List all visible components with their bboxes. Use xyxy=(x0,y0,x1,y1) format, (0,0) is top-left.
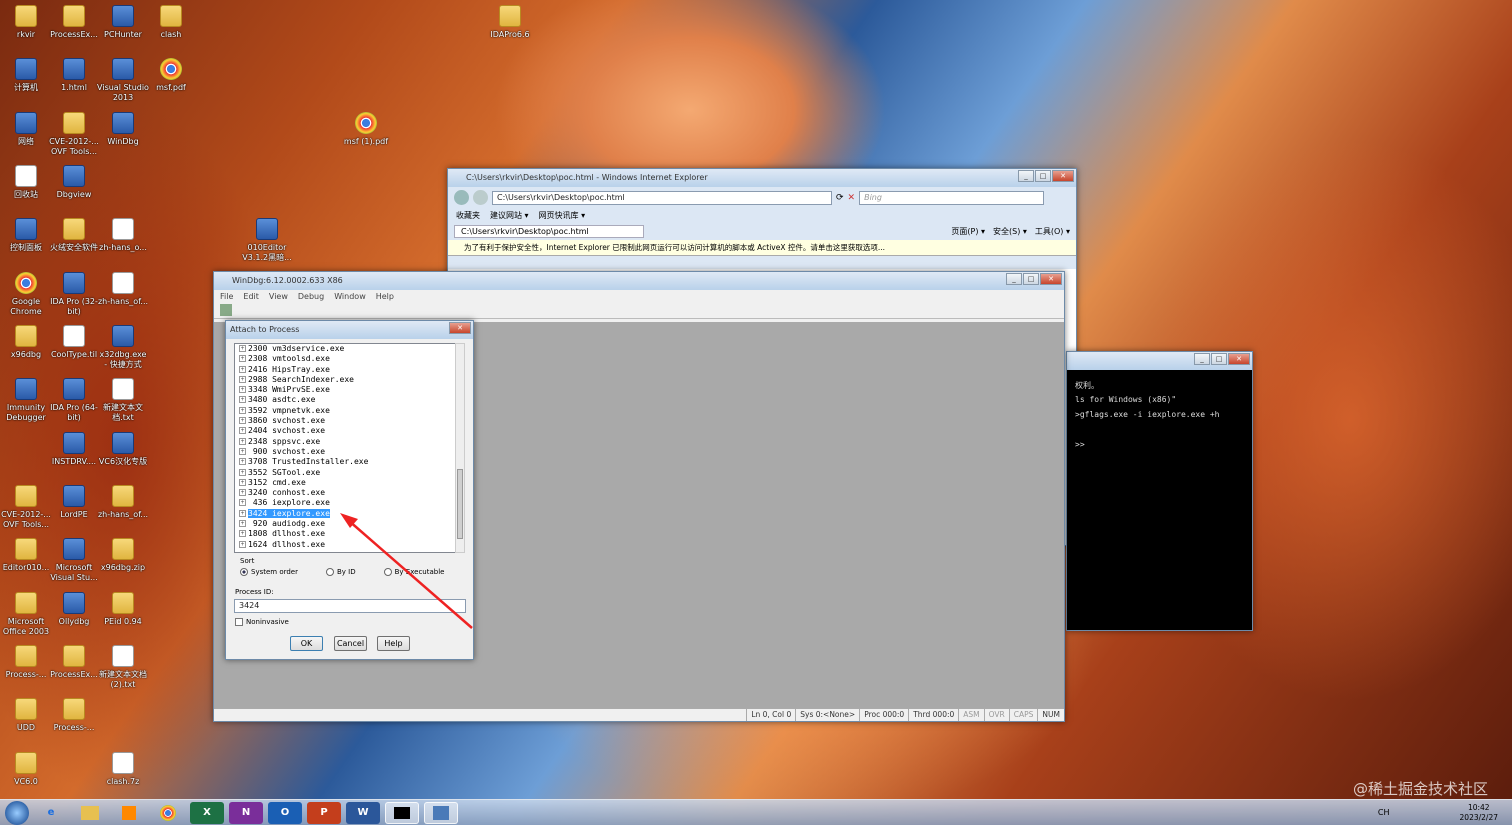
clock[interactable]: 10:42 2023/2/27 xyxy=(1460,803,1498,823)
watermark: @稀土掘金技术社区 xyxy=(1352,780,1488,798)
taskbar-windbg-icon[interactable] xyxy=(424,801,458,824)
lang-indicator[interactable]: CH xyxy=(1378,808,1390,817)
clock-time: 10:42 xyxy=(1467,802,1490,812)
clock-date: 2023/2/27 xyxy=(1459,812,1498,822)
start-button[interactable] xyxy=(5,800,29,825)
taskbar-onenote-icon[interactable]: N xyxy=(229,801,263,824)
taskbar-cmd-icon[interactable] xyxy=(385,801,419,824)
taskbar-chrome-icon[interactable] xyxy=(151,802,185,824)
taskbar-media-icon[interactable] xyxy=(112,802,146,824)
annotation-arrow xyxy=(340,513,473,629)
taskbar-excel-icon[interactable]: X xyxy=(190,801,224,824)
taskbar-ie-icon[interactable]: e xyxy=(34,802,68,824)
taskbar-word-icon[interactable]: W xyxy=(346,801,380,824)
taskbar-outlook-icon[interactable]: O xyxy=(268,801,302,824)
taskbar-explorer-icon[interactable] xyxy=(73,802,107,824)
taskbar: e X N O P W CH 10:42 2023/2/27 xyxy=(0,799,1512,825)
taskbar-powerpoint-icon[interactable]: P xyxy=(307,801,341,824)
